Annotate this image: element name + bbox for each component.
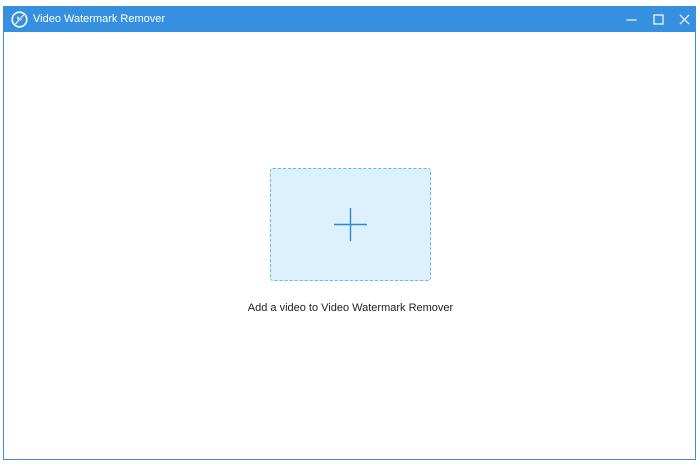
maximize-button[interactable] <box>646 7 671 32</box>
app-window: Video Watermark Remover Add a video to V… <box>3 6 696 460</box>
close-button[interactable] <box>672 7 697 32</box>
add-video-dropzone[interactable] <box>270 168 431 281</box>
add-video-hint: Add a video to Video Watermark Remover <box>247 302 454 314</box>
maximize-icon <box>653 14 664 25</box>
title-bar[interactable]: Video Watermark Remover <box>4 7 695 32</box>
minimize-button[interactable] <box>619 7 644 32</box>
window-title: Video Watermark Remover <box>33 13 166 25</box>
minimize-icon <box>626 19 637 21</box>
plus-icon <box>334 208 367 241</box>
close-icon <box>679 14 690 25</box>
app-logo-icon <box>11 11 28 28</box>
